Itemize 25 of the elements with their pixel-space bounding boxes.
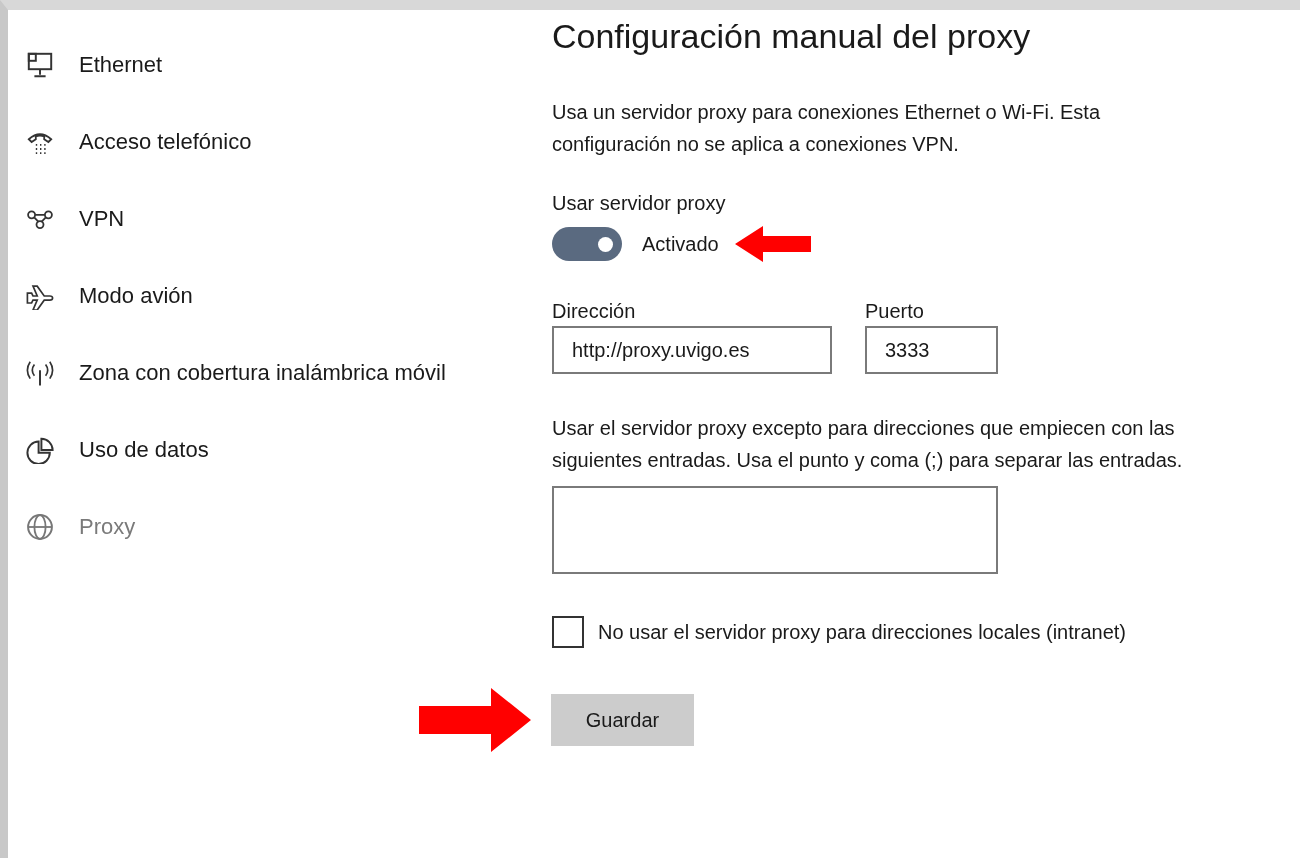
toggle-state-text: Activado	[642, 232, 719, 257]
monitor-icon	[26, 50, 54, 79]
exceptions-description: Usar el servidor proxy excepto para direcciones que empiecen con las siguientes entradas. Usa el punto y coma (;) para separar las entradas.	[552, 416, 1184, 473]
sidebar-item[interactable]: Modo avión	[8, 279, 552, 312]
sidebar-item[interactable]: Zona con cobertura inalámbrica móvil	[8, 356, 552, 389]
sidebar-item[interactable]: Proxy	[8, 510, 552, 543]
field-label: Dirección	[552, 299, 637, 324]
checkbox[interactable]	[552, 616, 584, 648]
pie-chart-icon	[26, 435, 54, 464]
sidebar-item[interactable]: VPN	[8, 202, 552, 235]
save-button[interactable]: Guardar	[551, 694, 694, 746]
section-title: Configuración manual del proxy	[552, 16, 1032, 56]
sidebar-item[interactable]: Acceso telefónico	[8, 125, 552, 158]
toggle-label: Usar servidor proxy	[552, 191, 727, 216]
field-label: Puerto	[865, 299, 925, 324]
globe-icon	[26, 512, 54, 541]
exceptions-field[interactable]	[552, 486, 998, 574]
sidebar-item[interactable]: Uso de datos	[8, 433, 552, 466]
antenna-icon	[26, 358, 54, 387]
checkbox-label: No usar el servidor proxy para direcciones locales (intranet)	[598, 620, 1126, 645]
toggle-switch[interactable]	[552, 227, 622, 261]
sidebar-item[interactable]: Ethernet	[8, 48, 552, 81]
address-field[interactable]: http://proxy.uvigo.es	[552, 326, 832, 374]
description-text: Usa un servidor proxy para conexiones Ethernet o Wi-Fi. Esta configuración no se aplica a conexiones VPN.	[552, 100, 1102, 157]
port-field[interactable]: 3333	[865, 326, 998, 374]
